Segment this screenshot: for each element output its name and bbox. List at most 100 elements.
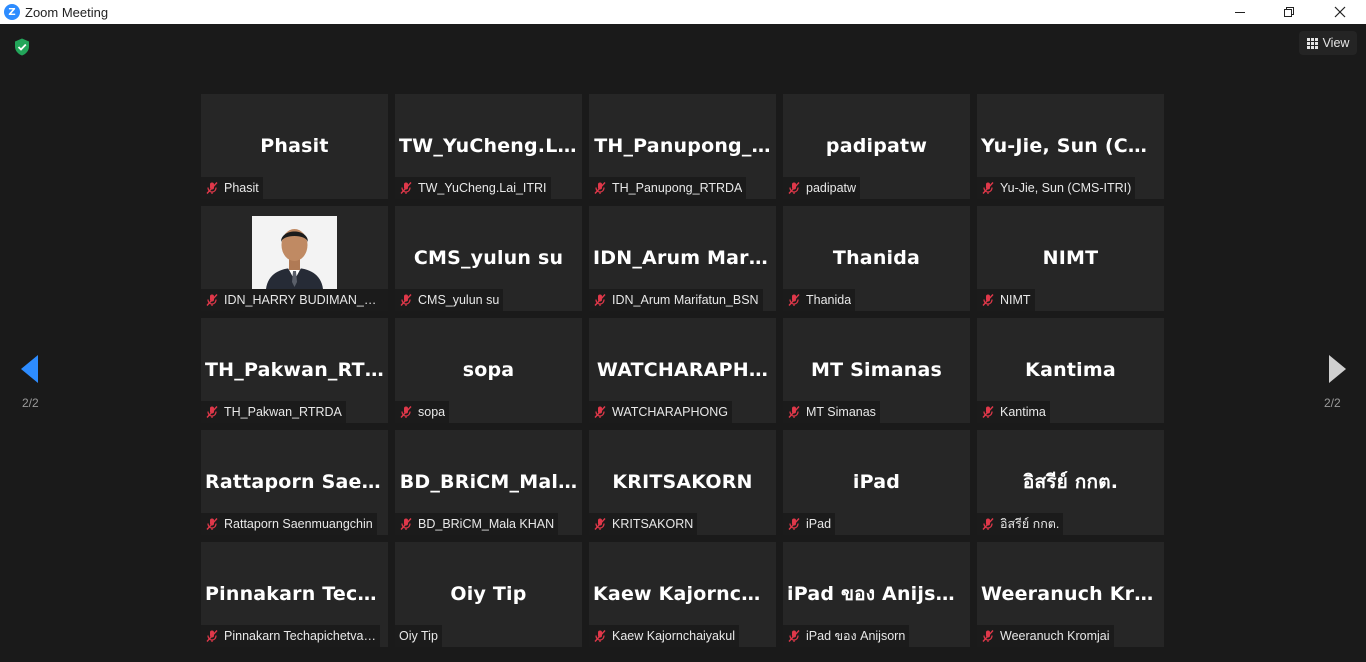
minimize-button[interactable] — [1217, 0, 1263, 24]
close-button[interactable] — [1317, 0, 1363, 24]
muted-microphone-icon — [594, 294, 606, 306]
participant-display-name: BD_BRiCM_Mal… — [399, 471, 578, 493]
participant-name: TH_Pakwan_RTRDA — [224, 405, 342, 419]
participant-name-label: Rattaporn Saenmuangchin — [201, 513, 377, 535]
participant-name: Kaew Kajornchaiyakul — [612, 629, 735, 643]
participant-tile[interactable]: Phasit Phasit — [201, 94, 388, 199]
participant-tile[interactable]: TH_Pakwan_RT… TH_Pakwan_RTRDA — [201, 318, 388, 423]
participant-tile[interactable]: MT Simanas MT Simanas — [783, 318, 970, 423]
participant-display-name: Pinnakarn Tech… — [205, 583, 388, 605]
participant-tile[interactable]: Yu-Jie, Sun (CM… Yu-Jie, Sun (CMS-ITRI) — [977, 94, 1164, 199]
participant-display-name: KRITSAKORN — [612, 471, 753, 493]
participant-name: Oiy Tip — [399, 629, 438, 643]
participant-tile[interactable]: BD_BRiCM_Mal… BD_BRiCM_Mala KHAN — [395, 430, 582, 535]
participant-name-label: KRITSAKORN — [589, 513, 698, 535]
participant-tile[interactable]: อิสรีย์ กกต. อิสรีย์ กกต. — [977, 430, 1164, 535]
participant-name: TW_YuCheng.Lai_ITRI — [418, 181, 547, 195]
view-label: View — [1322, 36, 1350, 50]
meeting-stage: View 2/2 2/2 Phasit Phasit TW_YuCheng.La… T… — [0, 24, 1366, 662]
participant-name-label: WATCHARAPHONG — [589, 401, 732, 423]
muted-microphone-icon — [982, 406, 994, 418]
muted-microphone-icon — [982, 182, 994, 194]
muted-microphone-icon — [594, 406, 606, 418]
participant-tile[interactable]: Thanida Thanida — [783, 206, 970, 311]
participant-tile[interactable]: Oiy Tip Oiy Tip — [395, 542, 582, 647]
participant-display-name: Rattaporn Saen… — [205, 471, 388, 493]
participant-tile[interactable]: NIMT NIMT — [977, 206, 1164, 311]
participant-name-label: Oiy Tip — [395, 625, 442, 647]
window-title: Zoom Meeting — [25, 4, 109, 20]
participant-tile[interactable]: CMS_yulun su CMS_yulun su — [395, 206, 582, 311]
close-icon — [1334, 6, 1346, 18]
participant-tile[interactable]: sopa sopa — [395, 318, 582, 423]
participant-tile[interactable]: padipatw padipatw — [783, 94, 970, 199]
participant-name-label: NIMT — [977, 289, 1035, 311]
participant-tile[interactable]: TW_YuCheng.La… TW_YuCheng.Lai_ITRI — [395, 94, 582, 199]
previous-page-arrow-icon[interactable] — [20, 354, 40, 384]
zoom-logo-icon: Z — [4, 4, 20, 20]
participant-name: IDN_Arum Marifatun_BSN — [612, 293, 759, 307]
participant-tile[interactable]: IDN_HARRY BUDIMAN_S… — [201, 206, 388, 311]
restore-button[interactable] — [1266, 0, 1312, 24]
participant-display-name: iPad ของ Anijsorn — [787, 583, 970, 605]
participant-tile[interactable]: KRITSAKORN KRITSAKORN — [589, 430, 776, 535]
next-page-arrow-icon[interactable] — [1327, 354, 1347, 384]
participant-name-label: iPad — [783, 513, 836, 535]
participant-display-name: IDN_Arum Mari… — [593, 247, 775, 269]
participant-name-label: sopa — [395, 401, 450, 423]
participant-tile[interactable]: Weeranuch Kro… Weeranuch Kromjai — [977, 542, 1164, 647]
view-button[interactable]: View — [1299, 31, 1357, 55]
page-indicator-left: 2/2 — [22, 396, 39, 410]
participant-display-name: iPad — [852, 471, 901, 493]
participant-name: อิสรีย์ กกต. — [1000, 517, 1060, 531]
muted-microphone-icon — [206, 630, 218, 642]
restore-icon — [1284, 7, 1294, 17]
participant-name: Thanida — [806, 293, 852, 307]
participant-name-label: TH_Pakwan_RTRDA — [201, 401, 346, 423]
participant-name-label: Kantima — [977, 401, 1050, 423]
participant-name: Weeranuch Kromjai — [1000, 629, 1110, 643]
participant-tile[interactable]: WATCHARAPH… WATCHARAPHONG — [589, 318, 776, 423]
participant-name-label: TH_Panupong_RTRDA — [589, 177, 747, 199]
muted-microphone-icon — [400, 406, 412, 418]
muted-microphone-icon — [400, 294, 412, 306]
participant-display-name: TH_Panupong_… — [594, 135, 771, 157]
participant-tile[interactable]: Kaew Kajorncha… Kaew Kajornchaiyakul — [589, 542, 776, 647]
participant-tile[interactable]: TH_Panupong_… TH_Panupong_RTRDA — [589, 94, 776, 199]
participant-name: CMS_yulun su — [418, 293, 500, 307]
participant-tile[interactable]: IDN_Arum Mari… IDN_Arum Marifatun_BSN — [589, 206, 776, 311]
participant-tile[interactable]: Pinnakarn Tech… Pinnakarn Techapichetva… — [201, 542, 388, 647]
participant-display-name: Oiy Tip — [450, 583, 527, 605]
participant-tile[interactable]: Rattaporn Saen… Rattaporn Saenmuangchin — [201, 430, 388, 535]
participant-display-name: sopa — [462, 359, 515, 381]
muted-microphone-icon — [206, 182, 218, 194]
participant-name: TH_Panupong_RTRDA — [612, 181, 743, 195]
participant-name: Rattaporn Saenmuangchin — [224, 517, 373, 531]
muted-microphone-icon — [594, 182, 606, 194]
participant-display-name: Thanida — [832, 247, 921, 269]
participant-display-name: NIMT — [1042, 247, 1099, 269]
participant-name: NIMT — [1000, 293, 1031, 307]
muted-microphone-icon — [400, 182, 412, 194]
participant-name-label: อิสรีย์ กกต. — [977, 513, 1064, 535]
muted-microphone-icon — [982, 294, 994, 306]
muted-microphone-icon — [982, 630, 994, 642]
minimize-icon — [1235, 12, 1245, 13]
participant-name-label: Pinnakarn Techapichetva… — [201, 625, 380, 647]
participant-tile[interactable]: Kantima Kantima — [977, 318, 1164, 423]
participant-name: Phasit — [224, 181, 259, 195]
participant-name-label: MT Simanas — [783, 401, 880, 423]
participant-name: Kantima — [1000, 405, 1046, 419]
participant-name: sopa — [418, 405, 446, 419]
encryption-shield-icon[interactable] — [12, 37, 32, 57]
participant-name: BD_BRiCM_Mala KHAN — [418, 517, 555, 531]
participant-display-name: padipatw — [825, 135, 928, 157]
title-bar: Z Zoom Meeting — [0, 0, 1366, 24]
participant-name: padipatw — [806, 181, 857, 195]
participant-tile[interactable]: iPad ของ Anijsorn iPad ของ Anijsorn — [783, 542, 970, 647]
participant-name-label: IDN_HARRY BUDIMAN_S… — [201, 289, 388, 311]
muted-microphone-icon — [400, 518, 412, 530]
muted-microphone-icon — [206, 294, 218, 306]
participant-display-name: Yu-Jie, Sun (CM… — [981, 135, 1164, 157]
participant-tile[interactable]: iPad iPad — [783, 430, 970, 535]
